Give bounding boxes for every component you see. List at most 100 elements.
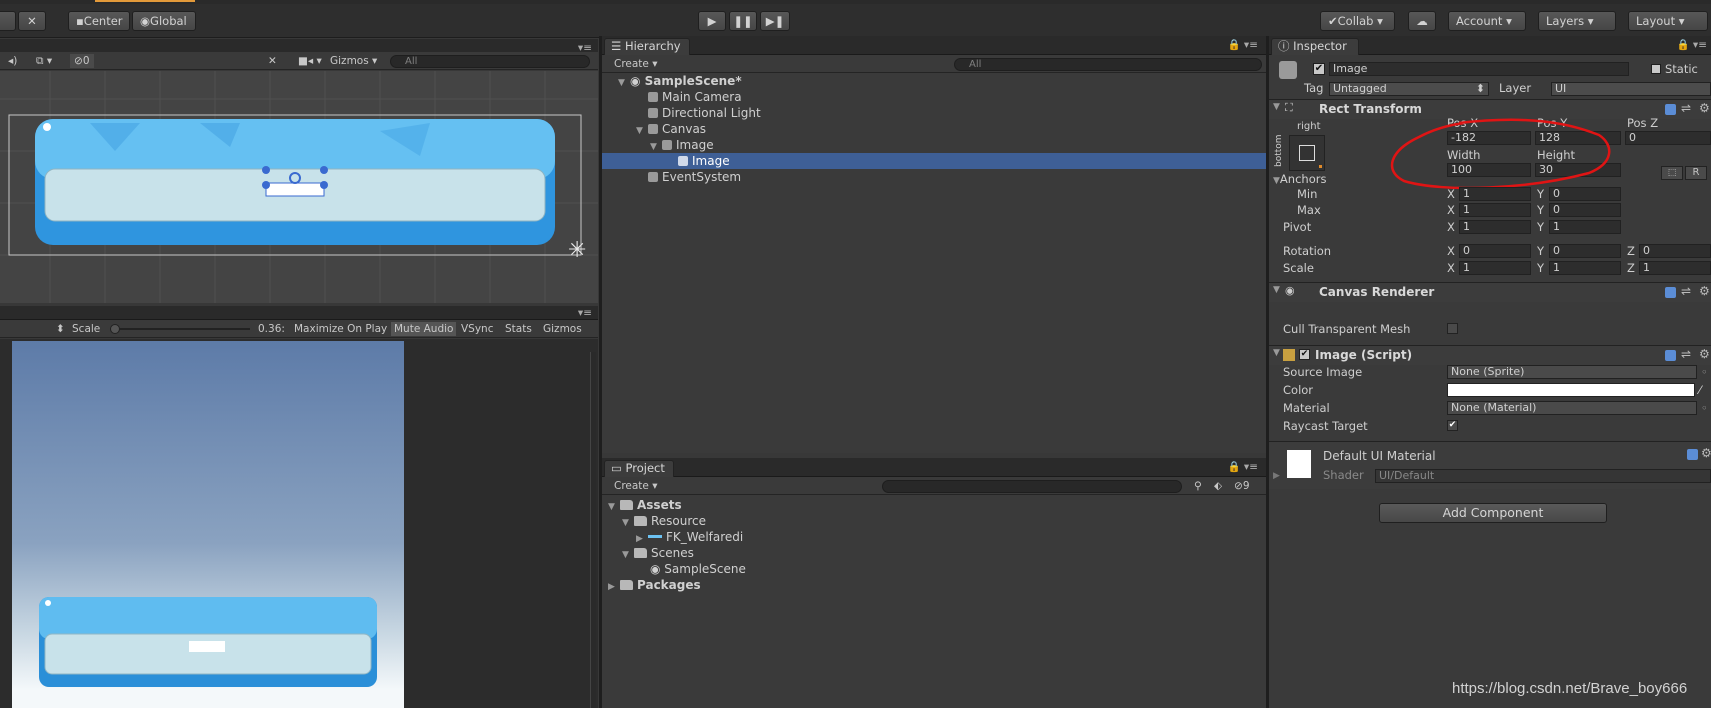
- audio-icon[interactable]: ◂): [8, 54, 17, 68]
- hierarchy-item-main-camera[interactable]: Main Camera: [648, 89, 742, 105]
- eyedropper-icon[interactable]: ⁄: [1699, 382, 1701, 398]
- project-item-fk-welfaredi[interactable]: ▶ FK_Welfaredi: [636, 529, 743, 545]
- layout-dropdown[interactable]: Layout ▾: [1628, 11, 1708, 31]
- inspector-tabbar: ⓘ Inspector 🔒 ▾≡: [1269, 36, 1711, 55]
- hierarchy-item-directional-light[interactable]: Directional Light: [648, 105, 761, 121]
- project-item-assets[interactable]: ▼ Assets: [608, 497, 682, 513]
- shader-dropdown[interactable]: UI/Default: [1375, 469, 1711, 483]
- global-button[interactable]: ◉Global: [132, 11, 196, 31]
- maximize-on-play-button[interactable]: Maximize On Play: [294, 322, 387, 336]
- color-swatch[interactable]: [1447, 383, 1695, 397]
- preset-icon[interactable]: ⇌: [1681, 347, 1691, 361]
- object-picker-icon[interactable]: ◦: [1701, 364, 1708, 380]
- layers-dropdown[interactable]: Layers ▾: [1538, 11, 1616, 31]
- preset-icon[interactable]: ⇌: [1681, 284, 1691, 298]
- tab-inspector[interactable]: ⓘ Inspector: [1271, 38, 1359, 55]
- add-component-button[interactable]: Add Component: [1379, 503, 1607, 523]
- scene-gizmos-dropdown[interactable]: Gizmos ▾: [330, 54, 377, 68]
- cull-checkbox[interactable]: [1447, 323, 1458, 334]
- help-icon[interactable]: [1665, 350, 1676, 361]
- pivot-x-input[interactable]: 1: [1459, 220, 1531, 234]
- gear-icon[interactable]: ⚙: [1701, 446, 1711, 460]
- component-enabled-checkbox[interactable]: ✔: [1299, 349, 1310, 360]
- anchor-max-x-input[interactable]: 1: [1459, 203, 1531, 217]
- foldout-arrow-icon: ▼: [1273, 285, 1280, 295]
- gear-icon[interactable]: ⚙: [1699, 347, 1710, 361]
- scene-toolbar: ◂) ⧉ ▾ ⊘0 ✕ ■◂ ▾ Gizmos ▾ All: [0, 52, 598, 70]
- pivot-y-input[interactable]: 1: [1549, 220, 1621, 234]
- hierarchy-menu-icon[interactable]: 🔒 ▾≡: [1228, 38, 1258, 52]
- hierarchy-create-dropdown[interactable]: Create ▾: [614, 57, 658, 71]
- filter-type-icon[interactable]: ⚲: [1194, 479, 1202, 493]
- effects-icon[interactable]: ⧉ ▾: [36, 54, 52, 68]
- image-component-icon: [1283, 349, 1295, 361]
- raycast-checkbox[interactable]: ✔: [1447, 420, 1458, 431]
- display-arrow-icon[interactable]: ⬍: [56, 322, 65, 336]
- collab-dropdown[interactable]: ✔Collab ▾: [1320, 11, 1395, 31]
- stats-button[interactable]: Stats: [505, 322, 532, 336]
- play-button[interactable]: ▶: [698, 11, 726, 31]
- tab-hierarchy[interactable]: ☰ Hierarchy: [604, 38, 690, 55]
- scene-root[interactable]: ▼ ◉ SampleScene*: [618, 73, 742, 89]
- hierarchy-item-canvas[interactable]: ▼ Canvas: [636, 121, 706, 137]
- scale-value: 0.36:: [258, 323, 285, 335]
- project-menu-icon[interactable]: 🔒 ▾≡: [1228, 460, 1258, 474]
- pivot-center-button[interactable]: ▪Center: [68, 11, 130, 31]
- project-item-resource[interactable]: ▼ Resource: [622, 513, 706, 529]
- inspector-menu-icon[interactable]: 🔒 ▾≡: [1677, 38, 1707, 52]
- project-create-dropdown[interactable]: Create ▾: [614, 479, 658, 493]
- step-button[interactable]: ▶❚: [760, 11, 790, 31]
- help-icon[interactable]: [1687, 449, 1698, 460]
- hierarchy-item-image-selected[interactable]: Image: [678, 153, 730, 169]
- anchor-max-y-label: Y: [1537, 203, 1545, 217]
- scale-z-input[interactable]: 1: [1639, 261, 1711, 275]
- hidden-objects-toggle[interactable]: ⊘0: [70, 54, 94, 68]
- sprite-icon: [648, 535, 662, 538]
- rot-y-input[interactable]: 0: [1549, 244, 1621, 258]
- anchor-min-y-input[interactable]: 0: [1549, 187, 1621, 201]
- rot-z-input[interactable]: 0: [1639, 244, 1711, 258]
- rot-x-input[interactable]: 0: [1459, 244, 1531, 258]
- pivot-y-label: Y: [1537, 220, 1545, 234]
- scene-search-input[interactable]: All: [390, 55, 590, 68]
- anchor-min-x-input[interactable]: 1: [1459, 187, 1531, 201]
- image-script-header[interactable]: ▼ ✔ Image (Script) ⇌ ⚙: [1269, 345, 1711, 365]
- hierarchy-search-input[interactable]: All: [954, 58, 1262, 71]
- scale-x-input[interactable]: 1: [1459, 261, 1531, 275]
- material-field[interactable]: None (Material): [1447, 401, 1697, 415]
- game-menu-icon[interactable]: ▾≡: [578, 306, 592, 320]
- tools-icon[interactable]: ✕: [268, 54, 277, 68]
- game-scrollbar[interactable]: [590, 352, 596, 708]
- project-item-samplescene[interactable]: ◉ SampleScene: [650, 561, 746, 577]
- hidden-packages-toggle[interactable]: ⊘9: [1234, 479, 1250, 493]
- main-toolbar: ✕ ▪Center ◉Global ▶ ❚❚ ▶❚ ✔Collab ▾ ☁ Ac…: [0, 4, 1711, 38]
- object-picker-icon[interactable]: ◦: [1701, 400, 1708, 416]
- gear-icon[interactable]: ⚙: [1699, 284, 1710, 298]
- material-foldout-icon[interactable]: ▶: [1273, 468, 1280, 484]
- account-dropdown[interactable]: Account ▾: [1448, 11, 1526, 31]
- project-item-packages[interactable]: ▶ Packages: [608, 577, 701, 593]
- camera-icon[interactable]: ■◂ ▾: [298, 54, 322, 68]
- project-item-scenes[interactable]: ▼ Scenes: [622, 545, 694, 561]
- scene-viewport[interactable]: ✳: [0, 71, 598, 303]
- cloud-button[interactable]: ☁: [1408, 11, 1436, 31]
- project-hidden-count: 9: [1242, 480, 1250, 492]
- hierarchy-item-image-parent[interactable]: ▼ Image: [650, 137, 714, 153]
- project-search-input[interactable]: [882, 480, 1182, 493]
- scale-y-input[interactable]: 1: [1549, 261, 1621, 275]
- tab-project[interactable]: ▭ Project: [604, 460, 674, 477]
- anchor-max-y-input[interactable]: 0: [1549, 203, 1621, 217]
- help-icon[interactable]: [1665, 287, 1676, 298]
- source-image-field[interactable]: None (Sprite): [1447, 365, 1697, 379]
- hierarchy-item-eventsystem[interactable]: EventSystem: [648, 169, 741, 185]
- filter-label-icon[interactable]: ⬖: [1214, 479, 1222, 493]
- pause-button[interactable]: ❚❚: [729, 11, 757, 31]
- scale-slider[interactable]: [110, 324, 250, 334]
- game-viewport[interactable]: [12, 341, 404, 708]
- custom-tool-icon[interactable]: ✕: [18, 11, 46, 31]
- view-tool-icon[interactable]: [0, 11, 16, 31]
- vsync-button[interactable]: VSync: [461, 322, 494, 336]
- mute-audio-button[interactable]: Mute Audio: [391, 322, 457, 336]
- canvas-renderer-header[interactable]: ▼ ◉ Canvas Renderer ⇌ ⚙: [1269, 282, 1711, 302]
- game-gizmos-button[interactable]: Gizmos: [543, 322, 582, 336]
